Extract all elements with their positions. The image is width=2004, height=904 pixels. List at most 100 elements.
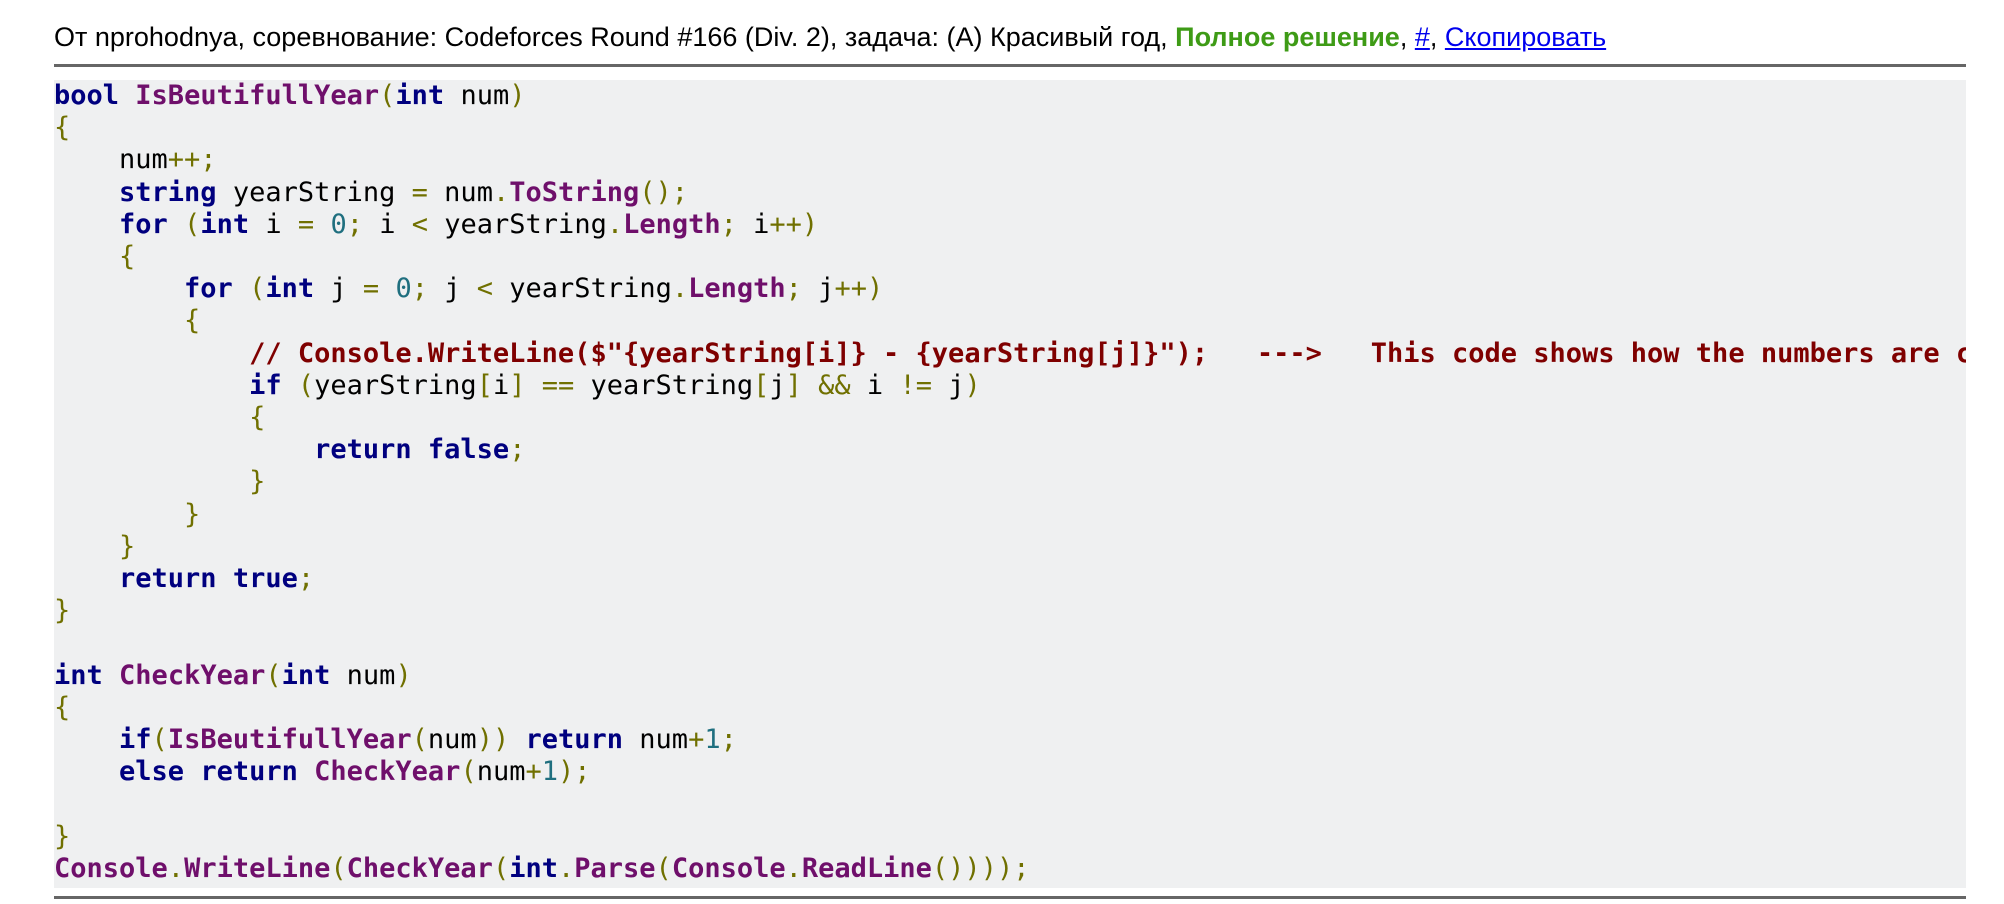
code-token: { [54, 112, 71, 144]
code-token: ) [509, 80, 526, 111]
code-line: if(IsBeutifullYear(num)) return num+1; [54, 724, 1966, 756]
code-token: 1 [541, 756, 559, 788]
code-line: { [54, 692, 1966, 724]
code-token: ++; [167, 144, 217, 176]
code-line: { [54, 241, 1966, 273]
code-token: // Console.WriteLine($"{yearString[i]} -… [249, 337, 1966, 369]
code-token: != [899, 369, 932, 401]
code-token: ( [492, 852, 510, 884]
code-token: . [167, 852, 185, 884]
code-token: == [541, 369, 575, 401]
code-token: int [265, 273, 315, 305]
copy-link[interactable]: Скопировать [1445, 22, 1606, 52]
code-token: [ [753, 369, 770, 401]
code-token: if [119, 724, 152, 756]
code-token: num [623, 724, 689, 756]
code-token: if [249, 369, 282, 401]
code-line: ​ [54, 788, 1966, 820]
code-token: ( [297, 369, 315, 401]
code-token: CheckYear [314, 756, 461, 788]
code-token: yearString [493, 273, 672, 305]
bottom-divider [54, 896, 1966, 899]
code-token: = [362, 273, 380, 305]
code-line: } [54, 466, 1966, 498]
code-token: IsBeutifullYear [135, 80, 380, 111]
permalink-link[interactable]: # [1415, 22, 1430, 52]
code-token: i [362, 208, 412, 240]
code-token: ] [509, 369, 526, 401]
code-line: } [54, 531, 1966, 563]
code-token: ); [558, 756, 591, 788]
code-token: ; [785, 273, 802, 305]
code-token: true [232, 563, 298, 595]
code-token: + [525, 756, 542, 788]
code-token: } [119, 530, 136, 562]
code-token: j [427, 273, 477, 305]
code-token: yearString [216, 176, 412, 208]
code-token: i [736, 208, 770, 240]
code-token: IsBeutifullYear [167, 724, 412, 756]
verdict-label: Полное решение [1175, 22, 1400, 52]
code-line: { [54, 112, 1966, 144]
code-token: Console [54, 852, 168, 884]
code-token: Console [671, 852, 786, 884]
code-token: } [249, 466, 266, 498]
code-token: ; [297, 563, 315, 595]
code-token: return [119, 563, 217, 595]
code-line: } [54, 821, 1966, 853]
code-token: num [54, 144, 168, 176]
code-token: 0 [395, 273, 412, 305]
code-token: = [297, 208, 315, 240]
code-token: for [119, 208, 168, 240]
code-token: false [427, 434, 510, 466]
code-line: } [54, 499, 1966, 531]
code-token: i [850, 369, 900, 401]
code-token: ( [151, 724, 168, 756]
code-line: string yearString = num.ToString(); [54, 177, 1966, 209]
code-token: ++) [834, 273, 884, 305]
code-line: bool IsBeutifullYear(int num) [54, 80, 1966, 112]
code-token: ; [411, 273, 428, 305]
code-token: Length [623, 208, 721, 240]
code-token: . [606, 208, 624, 240]
code-line: ​ [54, 627, 1966, 659]
code-token: j [769, 369, 786, 401]
code-token: int [200, 208, 250, 240]
code-line: num++; [54, 144, 1966, 176]
code-token: [ [476, 369, 493, 401]
code-token: ; [509, 434, 526, 466]
code-token: { [184, 305, 201, 337]
code-token: && [818, 369, 851, 401]
code-token: num [476, 756, 526, 788]
code-token: ( [379, 80, 396, 111]
code-token: yearString [314, 369, 477, 401]
code-token: ] [785, 369, 802, 401]
code-token: string [119, 176, 217, 208]
code-token: for [184, 273, 233, 305]
code-token: ( [265, 659, 282, 691]
top-divider [54, 64, 1966, 67]
code-token: Length [688, 273, 786, 305]
code-token: { [54, 691, 71, 723]
code-token: return [200, 756, 298, 788]
code-token: j [931, 369, 965, 401]
code-token: ( [330, 852, 347, 884]
